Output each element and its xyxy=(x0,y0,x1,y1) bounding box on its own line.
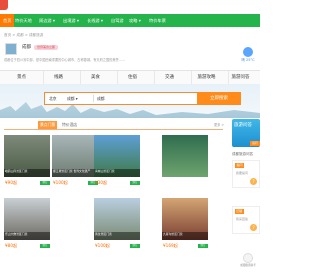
book-button[interactable]: 预订 xyxy=(130,244,140,248)
product-card[interactable]: 都江堰景区门票 世界文化遗产 ¥100起 预订 xyxy=(52,135,98,193)
card-caption: 黄龙景区门票 xyxy=(94,232,140,240)
nav-drive[interactable]: 自驾游 xyxy=(108,14,127,27)
top-nav: 首页 特价天地 周边游 ▾ 出境游 ▾ 长线游 ▾ 自驾游 攻略 ▾ 特价车票 xyxy=(0,14,260,27)
book-button[interactable]: 预订 xyxy=(130,181,140,185)
qa-badge[interactable]: 提问 xyxy=(250,141,260,146)
product-card[interactable]: 黄龙景区门票 ¥100起 预订 xyxy=(94,198,140,256)
weather-temp: 晴 25°C xyxy=(241,58,255,62)
question-icon: ? xyxy=(250,178,257,185)
answer-text: 我来回答 xyxy=(236,217,249,221)
ask-text: 我要提问 xyxy=(236,171,249,175)
answer-label: 回答 xyxy=(235,209,244,214)
assistant-icon xyxy=(243,253,253,263)
tab-hotels[interactable]: 特价酒店 xyxy=(60,121,79,129)
assistant-widget[interactable]: 成都旅游助手 xyxy=(240,253,256,267)
nav-special[interactable]: 特价天地 xyxy=(12,14,35,27)
search-input[interactable]: 成都 xyxy=(97,93,105,104)
card-price: ¥169起 xyxy=(163,243,178,248)
type-select[interactable]: 成都 ▾ xyxy=(67,93,78,104)
card-price: ¥100起 xyxy=(53,180,68,185)
book-button[interactable]: 预订 xyxy=(40,181,50,185)
product-card[interactable]: 乐山大佛景区门票 ¥80起 预订 xyxy=(4,198,50,256)
weather-icon xyxy=(243,47,253,57)
qa-banner[interactable]: 旅游问答 提问 xyxy=(232,119,260,147)
product-card[interactable]: 九寨沟景区门票 ¥169起 预订 xyxy=(162,198,208,256)
product-tabs: 景点门票 特价酒店 xyxy=(4,121,223,130)
divider xyxy=(93,95,94,102)
qa-banner-text: 旅游问答 xyxy=(234,123,252,128)
card-caption: 乐山大佛景区门票 xyxy=(4,232,50,240)
card-caption: 青城山景区门票 xyxy=(94,169,140,177)
search-button[interactable]: 立即搜索 xyxy=(197,92,241,105)
card-price: ¥100起 xyxy=(95,243,110,248)
more-link[interactable]: 更多 > xyxy=(214,122,224,127)
ask-box[interactable]: 提问 我要提问 ? xyxy=(232,160,260,188)
ask-label: 提问 xyxy=(235,163,244,168)
book-button[interactable]: 预订 xyxy=(198,244,208,248)
card-image xyxy=(162,135,208,177)
answer-box[interactable]: 回答 我来回答 ? xyxy=(232,206,260,234)
card-caption: 九寨沟景区门票 xyxy=(162,232,208,240)
breadcrumb: 首页 > 成都 > 成都旅游 xyxy=(4,33,44,37)
question-icon: ? xyxy=(250,224,257,231)
tab-tickets[interactable]: 景点门票 xyxy=(38,121,58,129)
nav-guide[interactable]: 攻略 ▾ xyxy=(126,14,144,27)
product-card[interactable]: 峨眉山风景区门票 ¥90起 预订 xyxy=(4,135,50,193)
region-select[interactable]: 北京 xyxy=(49,93,57,104)
category-item[interactable]: 旅游问答 xyxy=(222,71,259,85)
card-caption: 峨眉山风景区门票 xyxy=(4,169,50,177)
card-price: ¥90起 xyxy=(5,180,18,185)
nav-ticket[interactable]: 特价车票 xyxy=(146,14,169,27)
city-title: 成都 xyxy=(22,45,31,50)
search-box: 北京 成都 ▾ 成都 xyxy=(44,92,198,105)
card-caption: 都江堰景区门票 世界文化遗产 xyxy=(52,169,98,177)
rail-title: 成都旅游问答 xyxy=(232,152,253,156)
assistant-label: 成都旅游助手 xyxy=(240,264,256,267)
nav-nearby[interactable]: 周边游 ▾ xyxy=(36,14,58,27)
weather-widget: 晴 25°C xyxy=(238,47,258,65)
product-card[interactable]: 青城山景区门票 ¥30起 预订 xyxy=(94,135,140,193)
card-price: ¥80起 xyxy=(5,243,18,248)
city-description: 成都位于四川省中部，是中国西南重要的中心城市，古称蓉城，有天府之国的美誉…… xyxy=(4,58,126,62)
nav-long[interactable]: 长线游 ▾ xyxy=(84,14,106,27)
logo[interactable] xyxy=(0,0,8,10)
book-button[interactable]: 预订 xyxy=(40,244,50,248)
city-tag: 世界美食之都 xyxy=(34,45,58,50)
card-price: ¥30起 xyxy=(95,180,108,185)
city-thumbnail xyxy=(5,43,17,55)
nav-outbound[interactable]: 出境游 ▾ xyxy=(60,14,82,27)
product-card[interactable] xyxy=(162,135,208,193)
